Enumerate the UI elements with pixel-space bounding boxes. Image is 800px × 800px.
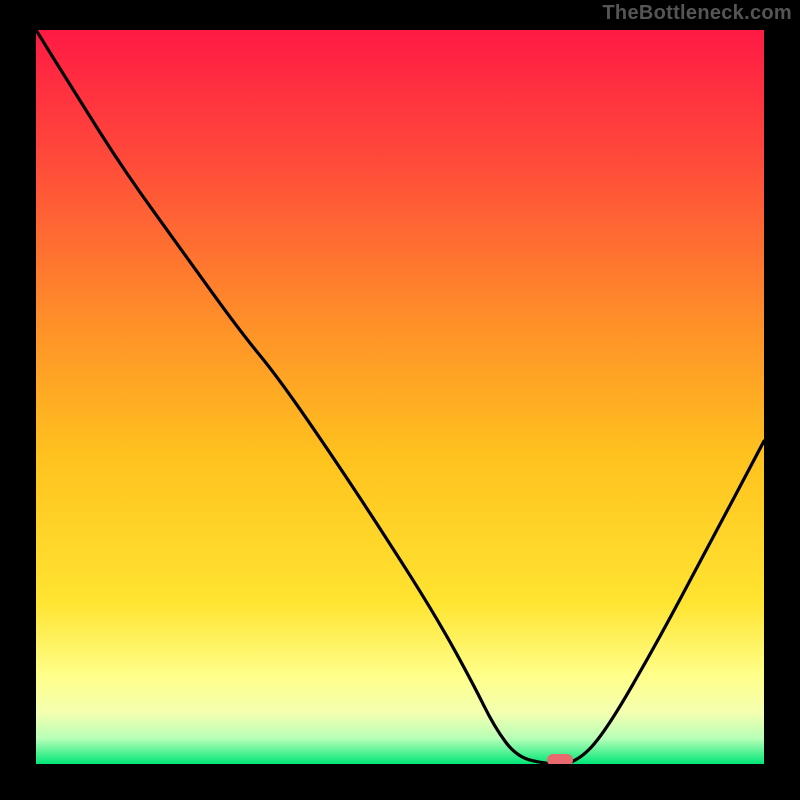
plot-area	[36, 30, 764, 764]
watermark-text: TheBottleneck.com	[602, 2, 792, 25]
bottleneck-curve-path	[36, 30, 764, 764]
optimum-marker	[547, 754, 573, 764]
curve-layer	[36, 30, 764, 764]
chart-stage: TheBottleneck.com	[0, 0, 800, 800]
